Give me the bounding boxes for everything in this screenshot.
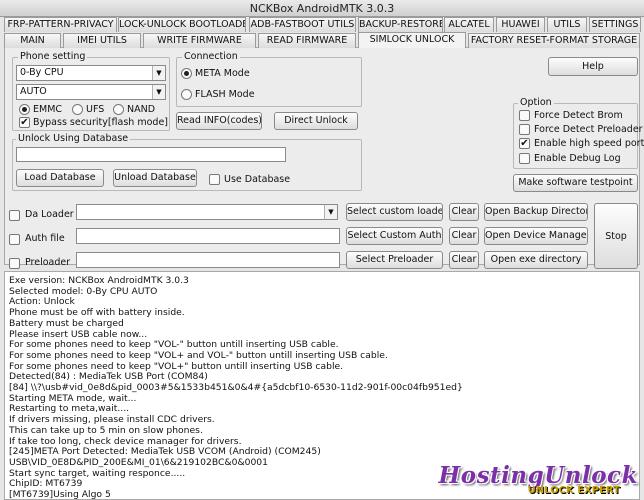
flash-mode-radio[interactable] <box>181 89 192 100</box>
chevron-down-icon: ▼ <box>152 85 165 99</box>
unload-database-button[interactable]: Unload Database <box>113 169 197 187</box>
use-database-label: Use Database <box>224 174 291 185</box>
tab-settings[interactable]: SETTINGS <box>589 17 641 32</box>
help-button[interactable]: Help <box>548 57 638 76</box>
tab-alcatel[interactable]: ALCATEL <box>444 17 494 32</box>
clear-preloader-button[interactable]: Clear <box>449 251 479 269</box>
meta-mode-label: META Mode <box>195 68 250 79</box>
bypass-security-label: Bypass security[flash mode] <box>33 117 168 128</box>
log-line: This can take up to 5 min on slow phones… <box>9 424 203 436</box>
read-info-button[interactable]: Read INFO(codes) <box>176 112 262 130</box>
model-select[interactable]: 0-By CPU ▼ <box>16 65 166 81</box>
meta-mode-radio[interactable] <box>181 68 192 79</box>
tab-factory-reset-format-storage[interactable]: FACTORY RESET-FORMAT STORAGE <box>468 33 640 48</box>
tab-read-firmware[interactable]: READ FIRMWARE <box>258 33 356 48</box>
use-database-checkbox[interactable] <box>209 174 220 185</box>
flash-mode-label: FLASH Mode <box>195 89 255 100</box>
mode-select[interactable]: AUTO ▼ <box>16 84 166 100</box>
auth-file-checkbox[interactable] <box>9 234 20 245</box>
da-loader-checkbox[interactable] <box>9 210 20 221</box>
tab-utils[interactable]: UTILS <box>547 17 587 32</box>
clear-auth-button[interactable]: Clear <box>449 227 479 245</box>
force-detect-preloader-checkbox[interactable] <box>519 124 530 135</box>
connection-legend: Connection <box>182 51 240 62</box>
tab-lock-unlock-bootloader[interactable]: LOCK-UNLOCK BOOTLOADER <box>118 17 246 32</box>
debug-log-label: Enable Debug Log <box>534 153 621 164</box>
phone-setting-legend: Phone setting <box>18 51 88 62</box>
database-path-field[interactable] <box>16 147 286 162</box>
tab-simlock-unlock[interactable]: SIMLOCK UNLOCK <box>358 32 466 48</box>
emmc-radio[interactable] <box>19 104 30 115</box>
force-detect-preloader-label: Force Detect Preloader <box>534 124 643 135</box>
preloader-field[interactable] <box>76 252 340 268</box>
ufs-label: UFS <box>86 104 105 115</box>
model-select-value: 0-By CPU <box>20 67 64 78</box>
nand-label: NAND <box>127 104 156 115</box>
high-speed-port-checkbox[interactable]: ✔ <box>519 138 530 149</box>
auth-file-field[interactable] <box>76 228 340 244</box>
chevron-down-icon: ▼ <box>152 66 165 80</box>
tab-imei-utils[interactable]: IMEI UTILS <box>63 33 141 48</box>
load-database-button[interactable]: Load Database <box>16 169 104 187</box>
open-device-manager-button[interactable]: Open Device Manager <box>484 227 588 245</box>
debug-log-checkbox[interactable] <box>519 153 530 164</box>
chevron-down-icon: ▼ <box>324 205 337 219</box>
unlock-database-legend: Unlock Using Database <box>16 133 131 144</box>
bypass-security-checkbox[interactable]: ✔ <box>19 117 30 128</box>
clear-loader-button[interactable]: Clear <box>449 203 479 221</box>
mode-select-value: AUTO <box>20 86 47 97</box>
log-line: Selected model: 0-By CPU AUTO <box>9 285 158 297</box>
force-detect-brom-checkbox[interactable] <box>519 110 530 121</box>
preloader-label: Preloader <box>25 257 71 268</box>
direct-unlock-button[interactable]: Direct Unlock <box>274 112 358 130</box>
select-custom-loader-button[interactable]: Select custom loader <box>346 203 443 221</box>
emmc-label: EMMC <box>33 104 63 115</box>
preloader-checkbox[interactable] <box>9 258 20 269</box>
auth-file-label: Auth file <box>25 233 65 244</box>
force-detect-brom-label: Force Detect Brom <box>534 110 623 121</box>
tab-main[interactable]: MAIN <box>4 33 61 48</box>
make-testpoint-button[interactable]: Make software testpoint <box>513 174 638 192</box>
ufs-radio[interactable] <box>72 104 83 115</box>
option-legend: Option <box>518 97 554 108</box>
stop-button[interactable]: Stop <box>594 203 638 269</box>
select-custom-auth-button[interactable]: Select Custom Auth <box>346 227 443 245</box>
open-exe-directory-button[interactable]: Open exe directory <box>484 251 588 269</box>
da-loader-select[interactable]: ▼ <box>76 204 338 220</box>
open-backup-directory-button[interactable]: Open Backup Directory <box>484 203 588 221</box>
high-speed-port-label: Enable high speed port <box>534 138 644 149</box>
tab-backup-restore[interactable]: BACKUP-RESTORE <box>358 17 443 32</box>
log-line: Battery must be charged <box>9 317 124 329</box>
tab-frp-pattern-privacy[interactable]: FRP-PATTERN-PRIVACY <box>4 17 117 32</box>
select-preloader-button[interactable]: Select Preloader <box>346 251 443 269</box>
tab-adb-fastboot-utils[interactable]: ADB-FASTBOOT UTILS <box>249 17 356 32</box>
nand-radio[interactable] <box>113 104 124 115</box>
da-loader-label: Da Loader <box>25 209 74 220</box>
watermark-logo: HostingUnlock UNLOCK EXPERT <box>439 462 638 496</box>
tab-write-firmware[interactable]: WRITE FIRMWARE <box>143 33 256 48</box>
tab-huawei[interactable]: HUAWEI <box>496 17 545 32</box>
window-title: NCKBox AndroidMTK 3.0.3 <box>0 0 644 17</box>
